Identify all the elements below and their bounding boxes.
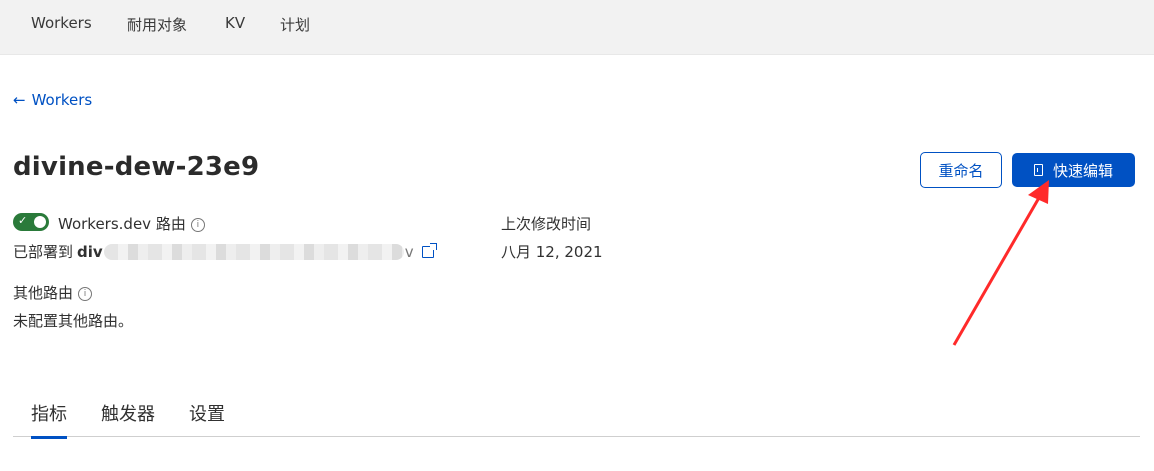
- info-icon[interactable]: i: [190, 217, 205, 232]
- external-link-icon[interactable]: [421, 242, 437, 258]
- page-title: divine-dew-23e9: [13, 152, 260, 182]
- deployed-prefix: 已部署到: [13, 243, 74, 261]
- redacted-hostname: [103, 243, 404, 260]
- nav-item-kv[interactable]: KV: [225, 14, 245, 32]
- nav-item-workers[interactable]: Workers: [31, 14, 92, 32]
- tab-metrics[interactable]: 指标: [31, 400, 67, 439]
- last-modified-value: 八月 12, 2021: [501, 243, 603, 261]
- workers-dev-toggle[interactable]: ✓: [13, 213, 49, 231]
- quick-edit-label: 快速编辑: [1052, 161, 1113, 180]
- rename-button[interactable]: 重命名: [920, 152, 1002, 188]
- info-icon[interactable]: i: [78, 286, 93, 301]
- tab-bar: 指标 触发器 设置: [13, 386, 1140, 439]
- toggle-knob: [34, 216, 46, 228]
- nav-item-durable-objects[interactable]: 耐用对象: [127, 14, 187, 35]
- other-routes-text: 其他路由: [13, 284, 74, 302]
- quick-edit-button[interactable]: 快速编辑: [1012, 153, 1135, 187]
- deployed-host-visible: div: [77, 242, 103, 261]
- annotation-arrow-line: [952, 195, 1042, 346]
- workers-dev-route-text: Workers.dev 路由: [58, 215, 186, 233]
- other-routes-label: 其他路由 i: [13, 282, 93, 303]
- tab-triggers[interactable]: 触发器: [101, 400, 155, 426]
- check-icon: ✓: [18, 214, 28, 227]
- workers-dev-route-label: Workers.dev 路由 i: [58, 213, 205, 234]
- code-file-icon: [1033, 164, 1043, 176]
- back-to-workers-link[interactable]: ← Workers: [13, 91, 92, 109]
- last-modified-label: 上次修改时间: [501, 215, 592, 233]
- deployed-to-row: 已部署到 div v: [13, 241, 437, 262]
- top-navigation: Workers 耐用对象 KV 计划: [0, 0, 1154, 55]
- nav-item-plans[interactable]: 计划: [280, 14, 310, 35]
- other-routes-value: 未配置其他路由。: [13, 312, 134, 330]
- tab-settings[interactable]: 设置: [189, 400, 225, 426]
- back-link-label: Workers: [31, 91, 93, 109]
- deployed-host-tail: v: [404, 242, 414, 261]
- arrow-left-icon: ←: [13, 91, 26, 109]
